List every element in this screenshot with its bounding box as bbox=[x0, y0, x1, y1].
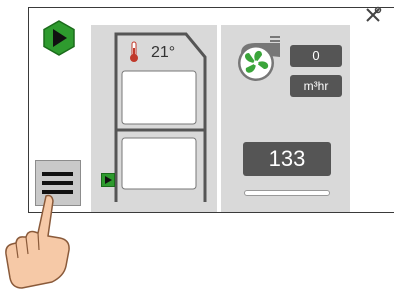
fan-speed-slider[interactable] bbox=[244, 190, 330, 196]
fan-icon[interactable] bbox=[232, 33, 290, 81]
flow-rate-unit: m³hr bbox=[290, 75, 342, 97]
pointing-hand-icon bbox=[5, 194, 70, 289]
thermometer-icon bbox=[130, 41, 138, 62]
hamburger-menu-icon bbox=[42, 172, 73, 176]
hamburger-bar bbox=[42, 181, 73, 185]
small-play-icon[interactable] bbox=[101, 173, 115, 187]
setpoint-value[interactable]: 133 bbox=[243, 142, 331, 176]
flow-rate-value: 0 bbox=[290, 45, 342, 67]
temperature-label: 21° bbox=[151, 44, 176, 61]
